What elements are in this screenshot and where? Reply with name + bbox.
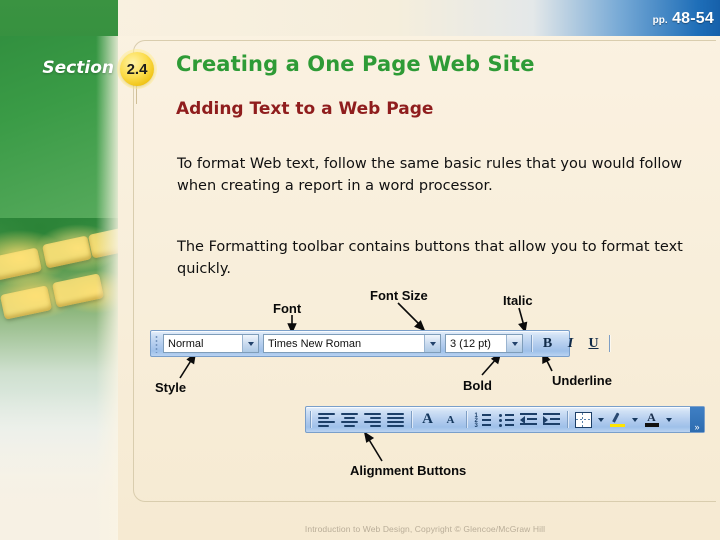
increase-indent-button[interactable] (540, 409, 563, 430)
toolbar-separator (567, 411, 568, 428)
numbered-list-button[interactable]: 1 2 3 (471, 409, 494, 430)
font-size-dropdown[interactable]: 3 (12 pt) (445, 334, 523, 353)
italic-button[interactable]: I (559, 333, 582, 354)
font-dropdown[interactable]: Times New Roman (263, 334, 441, 353)
borders-icon (575, 411, 592, 428)
align-center-icon (341, 412, 358, 427)
align-left-button[interactable] (315, 409, 338, 430)
toolbar-separator (609, 335, 610, 352)
toolbar-separator (466, 411, 467, 428)
grow-font-button[interactable]: A (416, 409, 439, 430)
chevron-down-icon[interactable] (242, 335, 258, 352)
font-dropdown-value: Times New Roman (268, 337, 362, 350)
toolbar-separator (411, 411, 412, 428)
footer-credit-text: Introduction to Web Design, Copyright © … (304, 524, 546, 534)
align-right-button[interactable] (361, 409, 384, 430)
highlight-color-button[interactable] (606, 409, 629, 430)
highlight-dropdown-arrow[interactable] (629, 409, 640, 430)
decrease-indent-button[interactable] (517, 409, 540, 430)
bold-button[interactable]: B (536, 333, 559, 354)
align-center-button[interactable] (338, 409, 361, 430)
toolbar-overflow-button[interactable]: » (690, 407, 704, 432)
footer-credit: Introduction to Web Design, Copyright © … (0, 524, 720, 534)
style-dropdown[interactable]: Normal (163, 334, 259, 353)
formatting-toolbar[interactable]: Normal Times New Roman 3 (12 pt) B I U (150, 330, 610, 357)
decrease-indent-icon (520, 412, 537, 427)
slide-canvas: pp. 48-54 Section 2.4 Creating a One Pag… (0, 0, 720, 540)
toolbar-separator (310, 411, 311, 428)
numbered-list-icon: 1 2 3 (474, 413, 491, 429)
bulleted-list-icon (498, 413, 514, 427)
align-justify-icon (387, 412, 404, 427)
font-color-button[interactable]: A (640, 409, 663, 430)
increase-indent-icon (543, 412, 560, 427)
chevron-down-icon[interactable] (424, 335, 440, 352)
font-color-dropdown-arrow[interactable] (663, 409, 674, 430)
align-right-icon (364, 412, 381, 427)
list-number-3: 3 (474, 422, 478, 429)
borders-dropdown-arrow[interactable] (595, 409, 606, 430)
underline-button[interactable]: U (582, 333, 605, 354)
toolbar-grip-handle[interactable] (153, 334, 161, 353)
font-size-dropdown-value: 3 (12 pt) (450, 337, 491, 350)
style-dropdown-value: Normal (168, 337, 204, 350)
bulleted-list-button[interactable] (494, 409, 517, 430)
callout-arrows (179, 302, 553, 462)
font-color-icon: A (644, 411, 660, 427)
borders-button[interactable] (572, 409, 595, 430)
shrink-font-button[interactable]: A (439, 409, 462, 430)
chevron-down-icon[interactable] (506, 335, 522, 352)
align-left-icon (318, 412, 335, 427)
toolbar-separator (531, 335, 532, 352)
highlighter-icon (609, 412, 626, 427)
align-justify-button[interactable] (384, 409, 407, 430)
alignment-toolbar[interactable]: A A 1 2 3 A » (305, 406, 705, 433)
